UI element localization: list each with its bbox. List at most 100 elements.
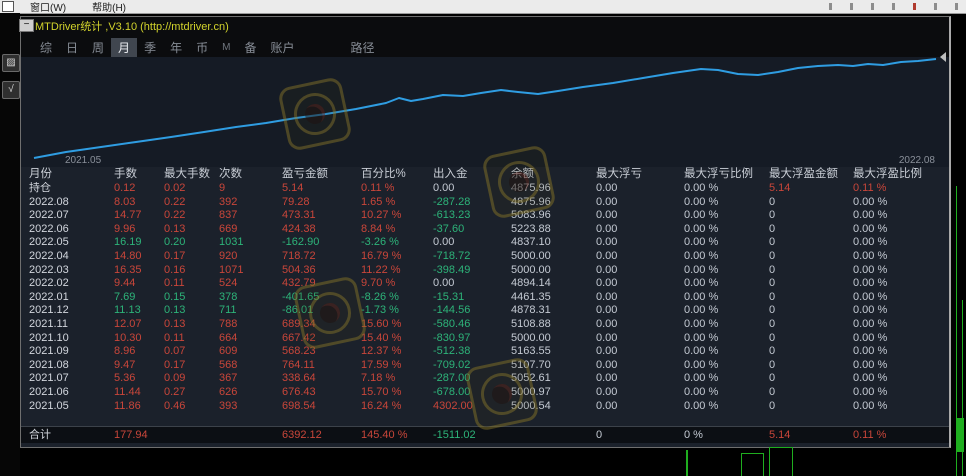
table-cell: 0.00 %: [684, 304, 769, 318]
table-cell: 9.47: [114, 359, 164, 373]
table-row[interactable]: 持仓0.120.0295.140.11 %0.004875.960.000.00…: [21, 182, 949, 196]
table-cell: 0.11 %: [853, 427, 949, 443]
table-cell: 合计: [29, 427, 114, 443]
table-cell: 2021.06: [29, 386, 114, 400]
table-cell: 698.54: [282, 400, 361, 414]
menu-window[interactable]: 窗口(W): [30, 0, 66, 14]
table-cell: 0.00 %: [684, 359, 769, 373]
column-header[interactable]: 月份: [29, 167, 114, 182]
column-header[interactable]: 次数: [219, 167, 282, 182]
tab-日[interactable]: 日: [59, 38, 85, 57]
table-cell: 0.00: [596, 277, 684, 291]
table-cell: 0.00 %: [853, 318, 949, 332]
column-header[interactable]: 出入金: [433, 167, 511, 182]
tab-周[interactable]: 周: [85, 38, 111, 57]
table-row[interactable]: 2022.0316.350.161071504.3611.22 %-398.49…: [21, 264, 949, 278]
table-row[interactable]: 2022.017.690.15378-401.65-8.26 %-15.3144…: [21, 291, 949, 305]
background-candle-line: [686, 450, 688, 476]
table-cell: [164, 427, 219, 443]
table-cell: 1071: [219, 264, 282, 278]
table-cell: 0.16: [164, 264, 219, 278]
x-axis-start-label: 2021.05: [65, 155, 101, 166]
column-header[interactable]: 最大浮亏比例: [684, 167, 769, 182]
table-cell: 7.18 %: [361, 372, 433, 386]
tab-备[interactable]: 备: [237, 38, 263, 57]
table-cell: 0.00 %: [853, 223, 949, 237]
table-cell: -3.26 %: [361, 236, 433, 250]
table-cell: 0.00: [596, 182, 684, 196]
table-cell: -709.02: [433, 359, 511, 373]
tab-路径[interactable]: 路径: [343, 38, 381, 57]
table-cell: 8.84 %: [361, 223, 433, 237]
table-cell: 0.11 %: [361, 182, 433, 196]
table-cell: 0: [769, 250, 853, 264]
table-cell: 2022.04: [29, 250, 114, 264]
move-tool-icon[interactable]: ▨: [2, 54, 20, 72]
table-total-row[interactable]: 合计177.946392.12145.40 %-1511.0200 %5.140…: [21, 426, 949, 443]
table-cell: 10.27 %: [361, 209, 433, 223]
column-header[interactable]: 最大浮盈金额: [769, 167, 853, 182]
table-cell: 14.80: [114, 250, 164, 264]
table-cell: 0.00: [596, 236, 684, 250]
table-cell: 0: [769, 277, 853, 291]
table-cell: 609: [219, 345, 282, 359]
table-row[interactable]: 2022.029.440.11524432.799.70 %0.004894.1…: [21, 277, 949, 291]
table-row[interactable]: 2022.0516.190.201031-162.90-3.26 %0.0048…: [21, 236, 949, 250]
table-cell: 0.00 %: [853, 400, 949, 414]
tab-综[interactable]: 综: [33, 38, 59, 57]
table-cell: 9.44: [114, 277, 164, 291]
column-header[interactable]: 手数: [114, 167, 164, 182]
table-row[interactable]: 2021.075.360.09367338.647.18 %-287.00505…: [21, 372, 949, 386]
table-cell: 0.11 %: [853, 182, 949, 196]
column-header[interactable]: 最大浮亏: [596, 167, 684, 182]
table-cell: 0.00: [596, 223, 684, 237]
column-header[interactable]: 最大手数: [164, 167, 219, 182]
table-cell: 177.94: [114, 427, 164, 443]
table-row[interactable]: 2021.0511.860.46393698.5416.24 %4302.005…: [21, 400, 949, 414]
table-cell: 0.00: [596, 318, 684, 332]
table-cell: 2022.05: [29, 236, 114, 250]
column-header[interactable]: 最大浮盈比例: [853, 167, 949, 182]
column-header[interactable]: 盈亏金额: [282, 167, 361, 182]
tab-月[interactable]: 月: [111, 38, 137, 57]
minimize-indicator-button[interactable]: −: [19, 19, 34, 32]
menu-help[interactable]: 帮助(H): [92, 0, 126, 14]
table-cell: 79.28: [282, 196, 361, 210]
table-cell: 5000.97: [511, 386, 596, 400]
table-row[interactable]: 2022.088.030.2239279.281.65 %-287.284875…: [21, 196, 949, 210]
table-row[interactable]: 2021.1211.130.13711-86.01-1.73 %-144.564…: [21, 304, 949, 318]
table-row[interactable]: 2021.1010.300.11664667.4215.40 %-830.975…: [21, 332, 949, 346]
column-header[interactable]: 余额: [511, 167, 596, 182]
table-cell: 0: [769, 345, 853, 359]
background-candle-outline: [741, 453, 764, 476]
table-cell: 568.23: [282, 345, 361, 359]
collapse-arrow-icon[interactable]: [940, 52, 946, 62]
table-cell: 718.72: [282, 250, 361, 264]
check-tool-icon[interactable]: √: [2, 81, 20, 99]
tab-年[interactable]: 年: [163, 38, 189, 57]
toolbar-cropped-icons[interactable]: [829, 3, 958, 10]
table-row[interactable]: 2021.0611.440.27626676.4315.70 %-678.005…: [21, 386, 949, 400]
tab-账户[interactable]: 账户: [263, 38, 301, 57]
table-cell: 504.36: [282, 264, 361, 278]
table-row[interactable]: 2021.098.960.07609568.2312.37 %-512.3851…: [21, 345, 949, 359]
table-row[interactable]: 2022.0714.770.22837473.3110.27 %-613.235…: [21, 209, 949, 223]
table-row[interactable]: 2022.069.960.13669424.388.84 %-37.605223…: [21, 223, 949, 237]
tab-季[interactable]: 季: [137, 38, 163, 57]
table-cell: 0: [769, 332, 853, 346]
table-cell: 0.00: [596, 332, 684, 346]
table-row[interactable]: 2022.0414.800.17920718.7216.79 %-718.725…: [21, 250, 949, 264]
table-cell: 2021.07: [29, 372, 114, 386]
table-cell: 11.22 %: [361, 264, 433, 278]
tab-M[interactable]: M: [215, 41, 237, 54]
table-cell: 2022.06: [29, 223, 114, 237]
table-row[interactable]: 2021.089.470.17568764.1117.59 %-709.0251…: [21, 359, 949, 373]
table-row[interactable]: 2021.1112.070.13788689.3415.60 %-580.465…: [21, 318, 949, 332]
table-cell: 0.27: [164, 386, 219, 400]
tab-币[interactable]: 币: [189, 38, 215, 57]
table-cell: 0.07: [164, 345, 219, 359]
table-cell: 5.14: [282, 182, 361, 196]
table-cell: 2021.08: [29, 359, 114, 373]
column-header[interactable]: 百分比%: [361, 167, 433, 182]
table-cell: 0.00 %: [853, 332, 949, 346]
